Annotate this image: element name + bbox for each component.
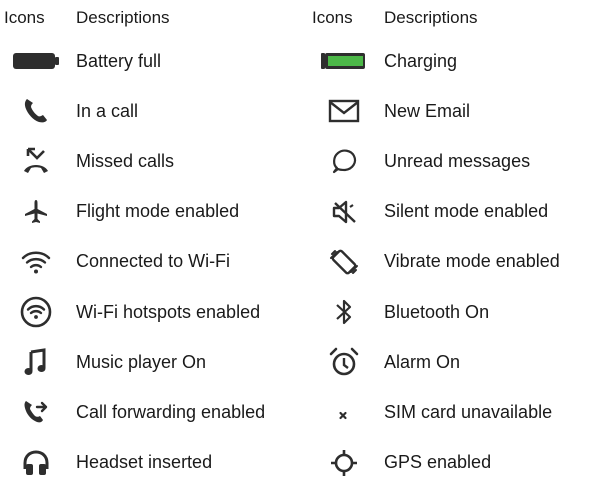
airplane-icon [0, 187, 72, 237]
description-new-email: New Email [384, 100, 471, 121]
call-forward-icon [0, 387, 72, 437]
email-icon [308, 86, 380, 136]
alarm-clock-icon [308, 337, 380, 387]
description-call-forwarding: Call forwarding enabled [76, 401, 266, 422]
speaker-muted-icon [308, 187, 380, 237]
phone-call-icon [0, 86, 72, 136]
battery-charging-icon [308, 36, 380, 86]
description-missed-calls: Missed calls [76, 150, 175, 171]
header-icons-right: Icons [312, 8, 353, 27]
description-battery-full: Battery full [76, 50, 162, 71]
battery-full-icon [0, 36, 72, 86]
description-charging: Charging [384, 50, 458, 71]
wifi-icon [0, 237, 72, 287]
description-wifi-connected: Connected to Wi-Fi [76, 251, 231, 272]
status-icons-table: Icons Descriptions Icons Descriptions Ba… [0, 0, 594, 488]
sim-unavailable-icon [308, 387, 380, 437]
description-gps: GPS enabled [384, 452, 492, 473]
description-vibrate-mode: Vibrate mode enabled [384, 251, 560, 272]
description-headset: Headset inserted [76, 452, 213, 473]
music-note-icon [0, 337, 72, 387]
headset-icon [0, 438, 72, 488]
missed-call-icon [0, 136, 72, 186]
header-descriptions-right: Descriptions [384, 8, 478, 27]
message-bubble-icon [308, 136, 380, 186]
description-bluetooth: Bluetooth On [384, 301, 490, 322]
description-unread-messages: Unread messages [384, 150, 531, 171]
header-icons-left: Icons [4, 8, 45, 27]
wifi-hotspot-icon [0, 287, 72, 337]
description-wifi-hotspot: Wi-Fi hotspots enabled [76, 301, 261, 322]
gps-icon [308, 438, 380, 488]
description-in-a-call: In a call [76, 100, 139, 121]
description-sim-unavailable: SIM card unavailable [384, 401, 553, 422]
description-alarm: Alarm On [384, 351, 461, 372]
description-music-player: Music player On [76, 351, 207, 372]
header-descriptions-left: Descriptions [76, 8, 170, 27]
vibrate-icon [308, 237, 380, 287]
bluetooth-icon [308, 287, 380, 337]
description-flight-mode: Flight mode enabled [76, 201, 240, 222]
description-silent-mode: Silent mode enabled [384, 201, 549, 222]
